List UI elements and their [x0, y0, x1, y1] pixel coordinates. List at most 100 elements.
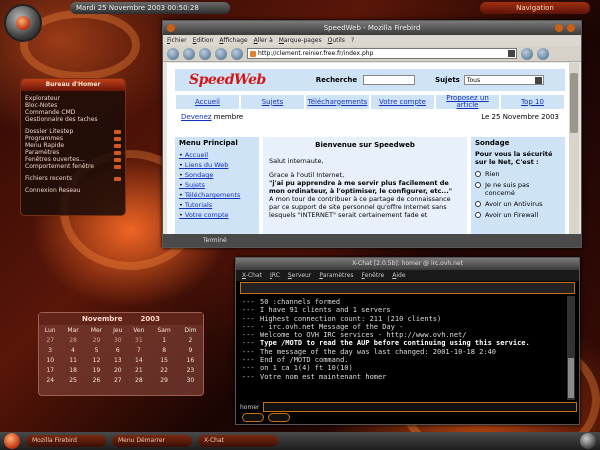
- nick-label[interactable]: homer: [240, 404, 259, 411]
- scrollbar-thumb[interactable]: [570, 73, 578, 133]
- menu-file[interactable]: Fichier: [167, 35, 187, 46]
- calendar-day[interactable]: 31: [127, 335, 150, 345]
- calendar-day[interactable]: 14: [127, 355, 150, 365]
- close-icon[interactable]: [567, 24, 575, 32]
- radio-icon[interactable]: [475, 201, 481, 207]
- search-icon[interactable]: [537, 47, 549, 60]
- calendar-day[interactable]: 1: [150, 335, 178, 345]
- page-scrollbar[interactable]: [569, 63, 579, 235]
- topic-bar[interactable]: [240, 282, 575, 294]
- calendar-day[interactable]: 10: [39, 355, 61, 365]
- menu-item-settings[interactable]: Paramètres: [21, 149, 125, 156]
- nav-subjects[interactable]: Sujets: [240, 94, 305, 110]
- calendar-day[interactable]: 27: [39, 335, 61, 345]
- calendar-day[interactable]: 8: [150, 345, 178, 355]
- calendar-day[interactable]: 20: [108, 365, 127, 375]
- menu-item-task-manager[interactable]: Gestionnaire des taches: [21, 116, 125, 123]
- menu-view[interactable]: Affichage: [219, 35, 247, 46]
- poll-option[interactable]: Je ne suis pas concerné: [475, 181, 561, 197]
- nav-submit-article[interactable]: Proposez un article: [435, 94, 500, 110]
- calendar-day[interactable]: 19: [85, 365, 108, 375]
- poll-option[interactable]: Avoir un Antivirus: [475, 200, 561, 208]
- calendar-day[interactable]: 5: [85, 345, 108, 355]
- xchat-menu-server[interactable]: Serveur: [288, 270, 311, 281]
- menu-link-downloads[interactable]: Téléchargements: [179, 190, 255, 200]
- calendar-day[interactable]: 28: [61, 335, 84, 345]
- window-menu-icon[interactable]: [167, 24, 175, 32]
- navigation-button[interactable]: Navigation: [480, 2, 590, 14]
- menu-item-network[interactable]: Connexion Reseau: [21, 187, 125, 194]
- xchat-menu-help[interactable]: Aide: [392, 270, 405, 281]
- menu-item-quick-menu[interactable]: Menu Rapide: [21, 142, 125, 149]
- menu-item-recent-files[interactable]: Fichiers recents: [21, 175, 125, 182]
- scrollbar-thumb[interactable]: [568, 358, 574, 398]
- radio-icon[interactable]: [475, 171, 481, 177]
- calendar-day[interactable]: 4: [61, 345, 84, 355]
- menu-item-programs[interactable]: Programmes: [21, 135, 125, 142]
- nav-downloads[interactable]: Téléchargements: [305, 94, 370, 110]
- calendar-day[interactable]: 26: [85, 375, 108, 385]
- menu-link-subjects[interactable]: Sujets: [179, 180, 255, 190]
- calendar-day[interactable]: 15: [150, 355, 178, 365]
- calendar-day[interactable]: 9: [178, 345, 203, 355]
- calendar-day[interactable]: 2: [178, 335, 203, 345]
- back-icon[interactable]: [167, 47, 179, 60]
- calendar-day[interactable]: 6: [108, 345, 127, 355]
- menu-bookmarks[interactable]: Marque-pages: [279, 35, 322, 46]
- calendar-day[interactable]: 25: [61, 375, 84, 385]
- poll-option[interactable]: Rien: [475, 170, 561, 178]
- go-icon[interactable]: [521, 47, 533, 60]
- subjects-select[interactable]: Tous: [463, 75, 544, 85]
- menu-help[interactable]: ?: [351, 35, 354, 46]
- menu-go[interactable]: Aller à: [254, 35, 273, 46]
- menu-link-tutorials[interactable]: Tutorials: [179, 200, 255, 210]
- site-logo[interactable]: SpeedWeb: [189, 72, 266, 88]
- stop-icon[interactable]: [215, 47, 227, 60]
- nav-home[interactable]: Accueil: [175, 94, 240, 110]
- calendar-day[interactable]: 30: [178, 375, 203, 385]
- calendar-day[interactable]: 30: [108, 335, 127, 345]
- search-input[interactable]: [363, 75, 416, 85]
- calendar-day[interactable]: 29: [150, 375, 178, 385]
- menu-link-account[interactable]: Votre compte: [179, 210, 255, 220]
- calendar-day[interactable]: 7: [127, 345, 150, 355]
- taskbar-orb-icon[interactable]: [4, 433, 20, 449]
- xchat-menu-irc[interactable]: IRC: [270, 270, 280, 281]
- menu-link-home[interactable]: Accueil: [179, 150, 255, 160]
- radio-icon[interactable]: [475, 182, 481, 188]
- message-input[interactable]: [263, 402, 577, 412]
- task-firefox[interactable]: Mozilla Firebird: [26, 435, 106, 447]
- menu-tools[interactable]: Outils: [328, 35, 345, 46]
- xchat-button[interactable]: [268, 413, 290, 422]
- calendar-day[interactable]: 23: [178, 365, 203, 375]
- calendar-day[interactable]: 11: [61, 355, 84, 365]
- menu-item-explorer[interactable]: Explorateur: [21, 95, 125, 102]
- home-icon[interactable]: [231, 47, 243, 60]
- forward-icon[interactable]: [183, 47, 195, 60]
- calendar-day[interactable]: 13: [108, 355, 127, 365]
- calendar-day[interactable]: 12: [85, 355, 108, 365]
- calendar-day[interactable]: 27: [108, 375, 127, 385]
- chat-scrollbar[interactable]: [567, 296, 575, 400]
- xchat-titlebar[interactable]: X-Chat [2.0.5b]: homer @ irc.ovh.net: [236, 258, 579, 270]
- menu-item-open-windows[interactable]: Fenêtres ouvertes...: [21, 156, 125, 163]
- task-start-menu[interactable]: Menu Démarrer: [112, 435, 192, 447]
- firefox-titlebar[interactable]: SpeedWeb - Mozilla Firebird: [163, 21, 581, 35]
- menu-item-notepad[interactable]: Bloc-Notes: [21, 102, 125, 109]
- tray-orb-icon[interactable]: [580, 433, 596, 449]
- xchat-button[interactable]: [242, 413, 264, 422]
- menu-link-poll[interactable]: Sondage: [179, 170, 255, 180]
- task-xchat[interactable]: X-Chat: [198, 435, 278, 447]
- menu-edit[interactable]: Edition: [193, 35, 214, 46]
- become-member-link[interactable]: Devenez: [181, 113, 212, 121]
- nav-top10[interactable]: Top 10: [500, 94, 565, 110]
- calendar-day[interactable]: 18: [61, 365, 84, 375]
- calendar-day[interactable]: 24: [39, 375, 61, 385]
- nav-account[interactable]: Votre compte: [370, 94, 435, 110]
- reload-icon[interactable]: [199, 47, 211, 60]
- menu-item-window-behavior[interactable]: Comportement fenêtre: [21, 163, 125, 170]
- poll-option[interactable]: Avoir un Firewall: [475, 211, 561, 219]
- calendar-day[interactable]: 3: [39, 345, 61, 355]
- menu-link-web-links[interactable]: Liens du Web: [179, 160, 255, 170]
- minimize-icon[interactable]: [555, 24, 563, 32]
